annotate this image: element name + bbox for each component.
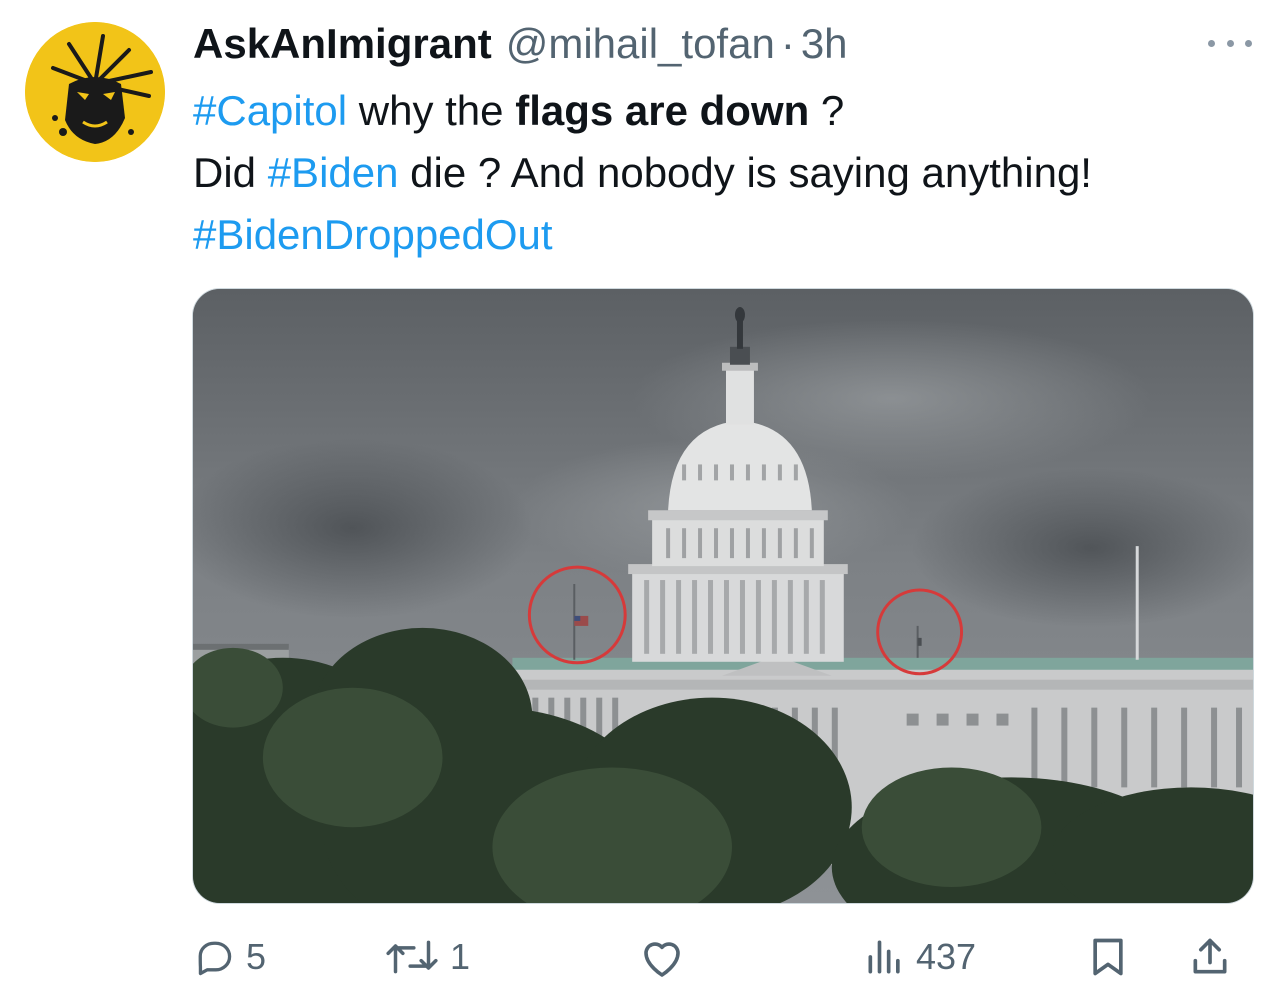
hashtag-biden[interactable]: #Biden [268,149,399,196]
tweet-text-line-3: #BidenDroppedOut [193,204,1253,266]
reply-count: 5 [246,936,267,977]
user-handle[interactable]: @mihail_tofan [506,16,775,72]
text-segment: die ? And nobody is saying anything! [398,149,1092,196]
bookmark-icon [1093,938,1123,976]
retweet-button[interactable]: 1 [384,926,470,988]
text-segment: ? [809,87,845,134]
separator-dot: · [780,20,795,67]
statue-of-liberty-avatar-image [25,22,165,162]
like-icon [644,942,680,977]
hashtag-biden-dropped-out[interactable]: #BidenDroppedOut [193,211,553,258]
reply-button[interactable]: 5 [192,926,266,988]
tweet-text: #Capitol why the flags are down ? Did #B… [193,80,1253,266]
reply-icon [198,941,232,976]
hashtag-capitol[interactable]: #Capitol [193,87,347,134]
tweet-text-line-1: #Capitol why the flags are down ? [193,80,1253,142]
more-options-icon[interactable] [1208,30,1252,56]
tweet-text-line-2: Did #Biden die ? And nobody is saying an… [193,142,1253,204]
capitol-building-photo [193,289,1253,903]
display-name[interactable]: AskAnImigrant [193,16,492,72]
tweet-timestamp[interactable]: 3h [801,16,848,72]
views-count: 437 [916,936,977,977]
text-segment: why the [347,87,516,134]
avatar[interactable] [25,22,165,162]
more-dot [1208,39,1215,47]
more-dot [1226,39,1234,47]
tweet-actions-bar: 5 1 437 [192,926,1252,988]
retweet-count: 1 [450,936,471,977]
more-dot [1245,39,1252,47]
bold-text-segment: flags are down [515,87,810,134]
text-segment: Did [193,149,268,196]
share-button[interactable] [1188,926,1232,988]
views-icon [868,940,900,974]
like-button[interactable] [638,926,696,988]
tweet[interactable]: AskAnImigrant @mihail_tofan · 3h #Capito… [0,0,1280,1007]
tweet-photo[interactable] [192,288,1254,904]
bookmark-button[interactable] [1088,926,1128,988]
tweet-header: AskAnImigrant @mihail_tofan · 3h [193,16,848,72]
retweet-icon [386,940,438,974]
views-button[interactable]: 437 [864,926,976,988]
share-icon [1193,938,1227,974]
